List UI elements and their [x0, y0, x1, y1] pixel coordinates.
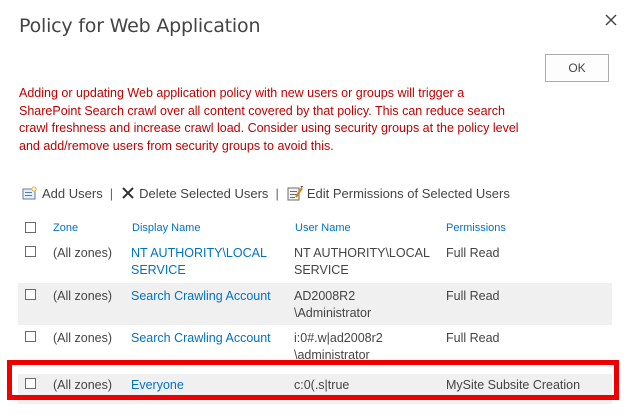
user-name-line: \Administrator — [294, 306, 372, 320]
display-name-link[interactable]: Search Crawling Account — [131, 330, 271, 347]
user-name-line: AD2008R2 — [294, 289, 356, 303]
warning-line: SharePoint Search crawl over all content… — [19, 103, 505, 118]
table-row: (All zones) Search Crawling Account i:0#… — [18, 325, 612, 367]
user-name-line: i:0#.w|ad2008r2 — [294, 331, 383, 345]
warning-line: Adding or updating Web application polic… — [19, 86, 465, 100]
dialog-title: Policy for Web Application — [19, 15, 261, 37]
edit-permissions-button[interactable]: Edit Permissions of Selected Users — [287, 185, 510, 201]
zone-cell: (All zones) — [53, 289, 113, 303]
add-users-button[interactable]: Add Users — [22, 186, 103, 201]
select-all-checkbox[interactable] — [25, 222, 36, 233]
zone-cell: (All zones) — [53, 246, 113, 260]
zone-cell: (All zones) — [53, 378, 113, 392]
permissions-cell: Full Read — [446, 246, 500, 260]
crawl-warning: Adding or updating Web application polic… — [19, 85, 539, 155]
user-name-line: SERVICE — [294, 263, 349, 277]
warning-line: crawl freshness and increase crawl load.… — [19, 121, 519, 135]
display-name-link[interactable]: Everyone — [131, 377, 184, 394]
policy-dialog: Policy for Web Application OK Adding or … — [0, 0, 630, 416]
policy-users-table: Zone Display Name User Name Permissions … — [18, 215, 612, 404]
display-name-link[interactable]: NT AUTHORITY\LOCAL SERVICE — [131, 245, 267, 279]
table-row: (All zones) Everyone c:0(.s|true MySite … — [18, 374, 612, 404]
column-header-permissions[interactable]: Permissions — [446, 222, 506, 234]
edit-permissions-icon — [287, 185, 303, 200]
column-header-display-name[interactable]: Display Name — [132, 222, 200, 234]
user-name-cell: AD2008R2 \Administrator — [294, 288, 371, 322]
table-row: (All zones) Search Crawling Account AD20… — [18, 283, 612, 325]
display-name-line: NT AUTHORITY\LOCAL — [131, 246, 267, 260]
delete-selected-users-button[interactable]: Delete Selected Users — [121, 186, 268, 201]
user-name-line: NT AUTHORITY\LOCAL — [294, 246, 430, 260]
row-checkbox[interactable] — [25, 331, 36, 342]
edit-permissions-label: Edit Permissions of Selected Users — [306, 185, 510, 201]
column-header-user-name[interactable]: User Name — [295, 222, 351, 234]
delete-selected-users-label: Delete Selected Users — [139, 185, 269, 201]
warning-line: and add/remove users from security group… — [19, 138, 334, 153]
add-users-icon — [22, 186, 37, 200]
close-button[interactable] — [601, 10, 621, 30]
permissions-cell: MySite Subsite Creation — [446, 378, 581, 392]
user-name-cell: i:0#.w|ad2008r2 \administrator — [294, 330, 383, 364]
toolbar-separator: | — [275, 185, 279, 201]
display-name-link[interactable]: Search Crawling Account — [131, 288, 271, 305]
zone-cell: (All zones) — [53, 331, 113, 345]
user-name-cell: c:0(.s|true — [294, 378, 350, 392]
table-row: (All zones) NT AUTHORITY\LOCAL SERVICE N… — [18, 241, 612, 283]
user-name-cell: NT AUTHORITY\LOCAL SERVICE — [294, 245, 430, 279]
policy-toolbar: Add Users | Delete Selected Users | Edit… — [22, 182, 510, 204]
delete-icon — [122, 187, 134, 199]
permissions-cell: Full Read — [446, 331, 500, 345]
close-icon — [605, 14, 617, 26]
permissions-cell: Full Read — [446, 289, 500, 303]
table-header-row: Zone Display Name User Name Permissions — [18, 215, 612, 241]
toolbar-separator: | — [109, 185, 114, 201]
ok-button[interactable]: OK — [545, 54, 609, 82]
row-checkbox[interactable] — [25, 289, 36, 300]
user-name-line: \administrator — [294, 348, 370, 362]
column-header-zone[interactable]: Zone — [53, 222, 78, 234]
row-checkbox[interactable] — [25, 378, 36, 389]
row-checkbox[interactable] — [25, 246, 36, 257]
display-name-line: SERVICE — [131, 263, 186, 277]
add-users-label: Add Users — [42, 185, 103, 201]
